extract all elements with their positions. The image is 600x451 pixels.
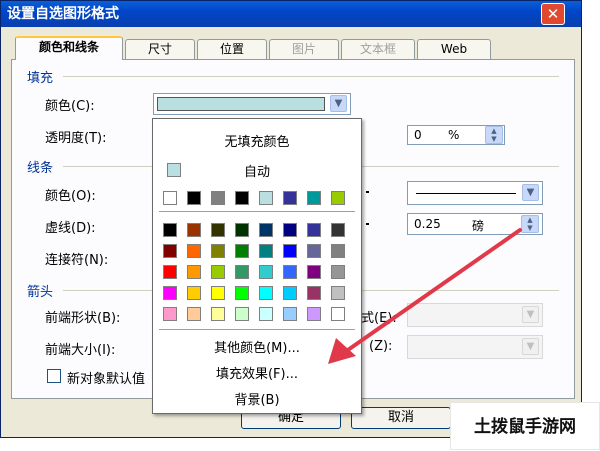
watermark-logo: 土拨鼠手游网 bbox=[450, 402, 600, 450]
tab-colors-and-lines[interactable]: 颜色和线条 bbox=[15, 36, 123, 60]
annotation-arrow bbox=[328, 228, 522, 364]
